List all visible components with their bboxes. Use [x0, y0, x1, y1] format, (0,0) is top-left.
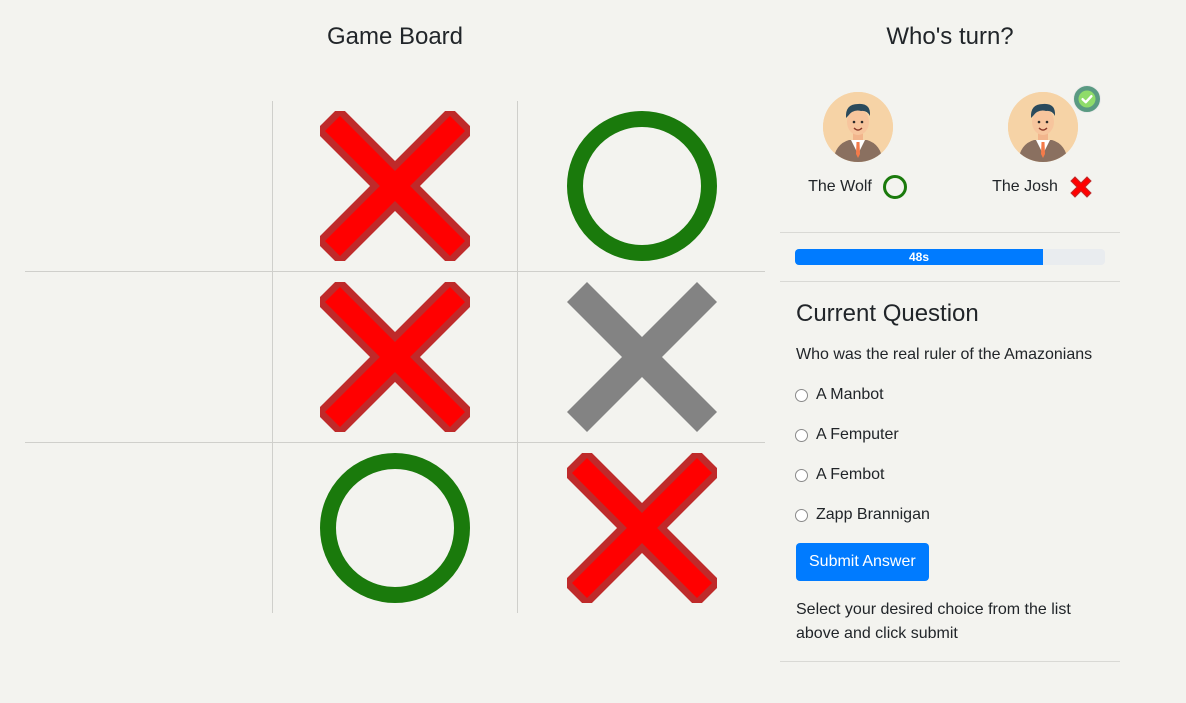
board-title: Game Board [326, 23, 464, 50]
turn-title: Who's turn? [886, 23, 1014, 50]
o-mark-icon [320, 453, 470, 603]
x-mark-icon [320, 111, 470, 261]
board-cell[interactable] [320, 282, 470, 432]
user-avatar-icon [1008, 92, 1078, 162]
turn-timer: 48s [795, 249, 1105, 265]
radio-button[interactable] [795, 388, 808, 402]
board-cell[interactable] [320, 111, 470, 261]
answer-option[interactable]: A Manbot [795, 384, 930, 406]
board-cell[interactable] [73, 453, 223, 603]
grid-line [25, 442, 765, 443]
check-circle-icon [1073, 85, 1101, 113]
divider [780, 281, 1120, 282]
o-mark-icon [882, 174, 908, 200]
x-mark-icon [567, 282, 717, 432]
answer-option[interactable]: A Femputer [795, 424, 930, 446]
divider [780, 232, 1120, 233]
instruction-text: Select your desired choice from the list… [796, 601, 1071, 642]
answer-label: A Manbot [816, 386, 884, 403]
answer-label: Zapp Brannigan [816, 506, 930, 523]
submit-answer-button[interactable]: Submit Answer [796, 543, 929, 581]
grid-line [517, 101, 518, 613]
player-card-wolf: The Wolf [788, 92, 928, 200]
answer-option[interactable]: A Fembot [795, 464, 930, 486]
page: Game Board Who's turn? The Wolf The Josh [0, 0, 1186, 703]
board-cell[interactable] [567, 111, 717, 261]
timer-fill: 48s [795, 249, 1043, 265]
radio-button[interactable] [795, 468, 808, 482]
player-card-josh: The Josh [973, 85, 1113, 200]
player-name: The Wolf [808, 178, 872, 195]
divider [780, 661, 1120, 662]
radio-button[interactable] [795, 508, 808, 522]
radio-button[interactable] [795, 428, 808, 442]
player-name: The Josh [992, 178, 1058, 195]
board-cell[interactable] [320, 453, 470, 603]
answer-label: A Femputer [816, 426, 899, 443]
x-mark-icon [1068, 174, 1094, 200]
game-board [25, 101, 765, 613]
question-title: Current Question [796, 300, 979, 327]
x-mark-icon [320, 282, 470, 432]
board-cell[interactable] [73, 282, 223, 432]
question-text: Who was the real ruler of the Amazonians [796, 346, 1093, 363]
board-cell[interactable] [567, 453, 717, 603]
answer-options: A Manbot A Femputer A Fembot Zapp Branni… [795, 384, 930, 544]
board-cell[interactable] [73, 111, 223, 261]
board-cell[interactable] [567, 282, 717, 432]
x-mark-icon [567, 453, 717, 603]
grid-line [272, 101, 273, 613]
answer-option[interactable]: Zapp Brannigan [795, 504, 930, 526]
user-avatar-icon [823, 92, 893, 162]
answer-label: A Fembot [816, 466, 885, 483]
grid-line [25, 271, 765, 272]
o-mark-icon [567, 111, 717, 261]
